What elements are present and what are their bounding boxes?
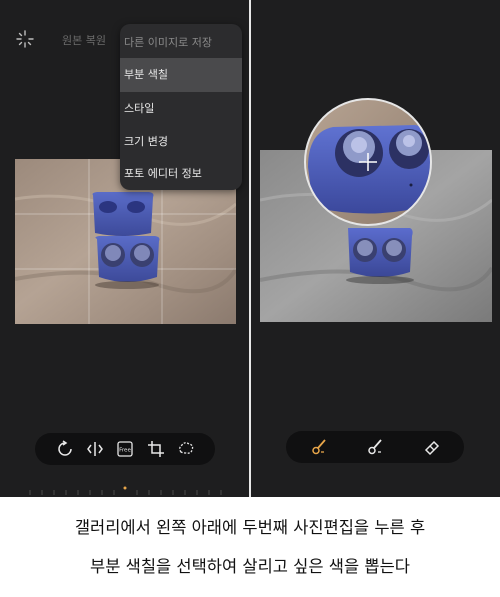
rotate-icon[interactable] (55, 439, 75, 459)
free-crop-icon[interactable]: Free (115, 439, 135, 459)
brush-icon[interactable] (310, 437, 330, 457)
crop-icon[interactable] (146, 439, 166, 459)
svg-text:Free: Free (119, 448, 131, 454)
lasso-icon[interactable] (176, 439, 196, 459)
menu-item-save-as[interactable]: 다른 이미지로 저장 (120, 26, 242, 60)
edit-toolbar: Free (35, 433, 215, 465)
left-screenshot: 원본 복원 다른 이미지로 저장 부분 색칠 스타일 크기 변경 포토 에디터 … (0, 0, 249, 497)
compare-icon[interactable] (85, 439, 105, 459)
revert-button[interactable]: 원본 복원 (62, 32, 106, 48)
caption-line-2: 부분 색칠을 선택하여 살리고 싶은 색을 뽑는다 (90, 557, 410, 576)
brush-remove-icon[interactable] (366, 437, 386, 457)
overflow-menu: 다른 이미지로 저장 부분 색칠 스타일 크기 변경 포토 에디터 정보 (120, 24, 242, 190)
menu-item-resize[interactable]: 크기 변경 (120, 125, 242, 159)
right-screenshot (251, 0, 500, 497)
sparkle-icon[interactable] (16, 30, 34, 48)
menu-item-partial-color[interactable]: 부분 색칠 (120, 58, 242, 92)
color-picker-loupe[interactable] (303, 97, 433, 227)
eraser-icon[interactable] (422, 437, 442, 457)
adjust-ruler[interactable] (0, 486, 249, 496)
menu-item-photo-editor-info[interactable]: 포토 에디터 정보 (120, 157, 242, 191)
color-tool-toolbar (286, 431, 464, 463)
menu-item-style[interactable]: 스타일 (120, 92, 242, 126)
caption-line-1: 갤러리에서 왼쪽 아래에 두번째 사진편집을 누른 후 (74, 518, 426, 537)
